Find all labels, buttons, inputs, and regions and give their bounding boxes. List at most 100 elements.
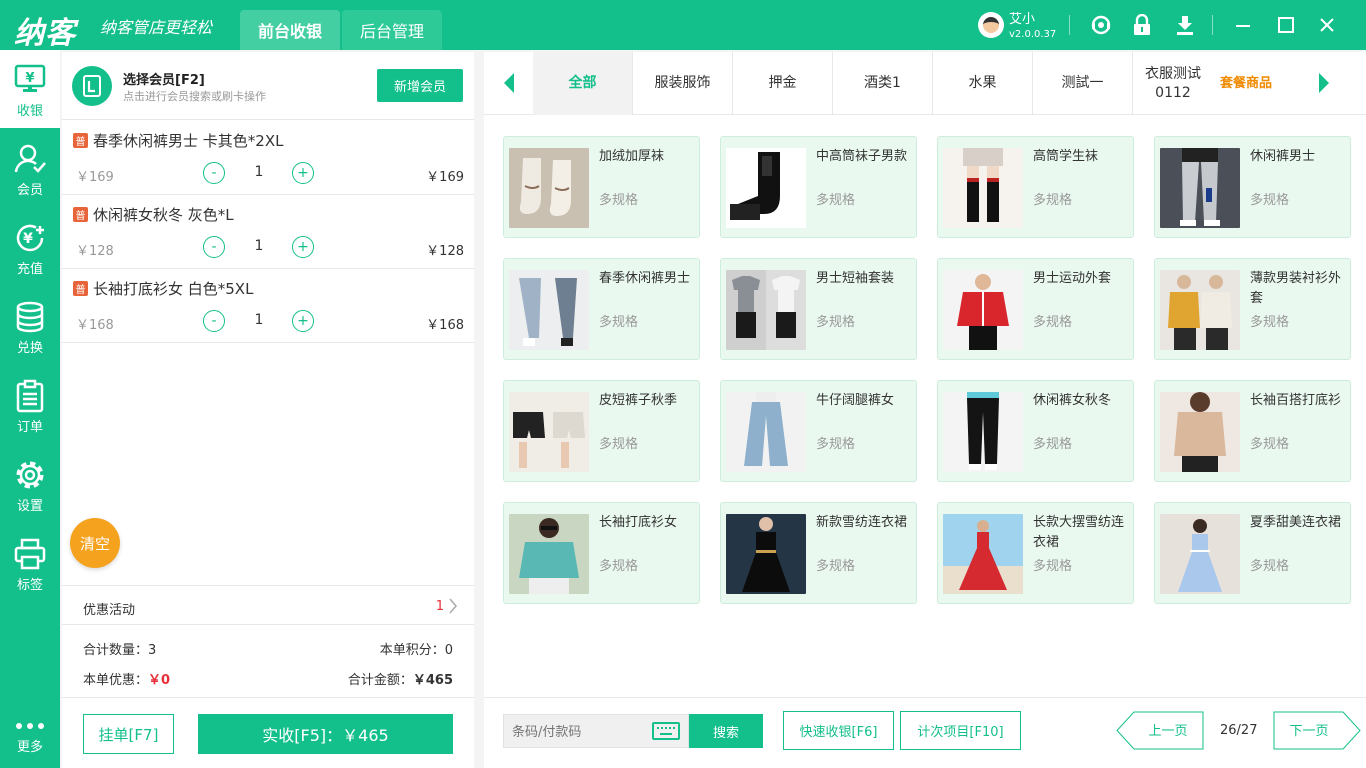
sidebar-item-cashier[interactable]: ¥ 收银 [0, 50, 60, 128]
product-card[interactable]: 休闲裤男士 多规格 [1154, 136, 1351, 238]
sidebar-item-more[interactable]: 更多 [0, 710, 60, 768]
order-amount-value: ￥465 [412, 673, 453, 688]
add-member-button[interactable]: 新增会员 [377, 69, 463, 102]
brand-logo: 纳客 [14, 16, 76, 51]
decrease-qty-button[interactable]: - [203, 310, 225, 332]
category-tab[interactable]: 服装服饰 [633, 52, 733, 115]
product-image [726, 514, 806, 594]
cart-item[interactable]: 普 长袖打底衫女 白色*5XL ￥168 - 1 + ￥168 [62, 269, 474, 343]
lock-icon[interactable] [1129, 12, 1155, 38]
product-spec: 多规格 [1250, 193, 1290, 208]
increase-qty-button[interactable]: + [292, 162, 314, 184]
sidebar-item-recharge[interactable]: ¥ 充值 [0, 208, 60, 286]
product-spec: 多规格 [599, 437, 639, 452]
maximize-icon[interactable] [1273, 12, 1299, 38]
support-icon[interactable] [1088, 12, 1114, 38]
order-discount-value: ￥0 [148, 673, 171, 688]
product-card[interactable]: 休闲裤女秋冬 多规格 [937, 380, 1134, 482]
cart-item-total: ￥128 [426, 244, 464, 259]
product-card[interactable]: 夏季甜美连衣裙 多规格 [1154, 502, 1351, 604]
cart-item-qty[interactable]: 1 [252, 164, 266, 180]
product-card[interactable]: 男士运动外套 多规格 [937, 258, 1134, 360]
category-tab[interactable]: 衣服测试 0112 [1133, 52, 1213, 115]
product-name: 男士短袖套装 [816, 271, 895, 286]
sidebar-item-settings[interactable]: 设置 [0, 445, 60, 523]
hold-order-button[interactable]: 挂单[F7] [83, 714, 174, 754]
search-button[interactable]: 搜索 [689, 714, 763, 748]
clear-cart-button[interactable]: 清空 [70, 518, 120, 568]
member-title: 选择会员[F2] [123, 73, 205, 88]
product-spec: 多规格 [1033, 559, 1073, 574]
product-image [726, 392, 806, 472]
category-prev-icon[interactable] [499, 72, 519, 94]
quick-checkout-button[interactable]: 快速收银[F6] [783, 711, 894, 750]
cart-item[interactable]: 普 春季休闲裤男士 卡其色*2XL ￥169 - 1 + ￥169 [62, 121, 474, 195]
category-next-icon[interactable] [1314, 72, 1334, 94]
download-icon[interactable] [1172, 12, 1198, 38]
keyboard-icon[interactable] [652, 722, 680, 740]
svg-text:¥: ¥ [23, 231, 33, 247]
cart-item-name: 长袖打底衫女 白色*5XL [93, 280, 254, 298]
category-bar: 全部 服装服饰 押金 酒类1 水果 测試一 衣服测试 0112 套餐商品 [484, 52, 1366, 115]
product-name: 长袖打底衫女 [599, 515, 678, 530]
product-image [1160, 514, 1240, 594]
product-card[interactable]: 春季休闲裤男士 多规格 [503, 258, 700, 360]
product-card[interactable]: 长袖百搭打底衫 多规格 [1154, 380, 1351, 482]
cart-item[interactable]: 普 休闲裤女秋冬 灰色*L ￥128 - 1 + ￥128 [62, 195, 474, 269]
tab-back-admin[interactable]: 后台管理 [342, 10, 442, 50]
cart-item-qty[interactable]: 1 [252, 312, 266, 328]
product-card[interactable]: 牛仔阔腿裤女 多规格 [720, 380, 917, 482]
sidebar-item-label: 收银 [16, 104, 43, 119]
category-tab[interactable]: 酒类1 [833, 52, 933, 115]
product-card[interactable]: 中高筒袜子男款 多规格 [720, 136, 917, 238]
sidebar-item-exchange[interactable]: 兑换 [0, 287, 60, 365]
decrease-qty-button[interactable]: - [203, 162, 225, 184]
sidebar-item-label: 更多 [16, 740, 43, 755]
product-card[interactable]: 长袖打底衫女 多规格 [503, 502, 700, 604]
product-card[interactable]: 加绒加厚袜 多规格 [503, 136, 700, 238]
order-points-label: 本单积分： [379, 643, 445, 658]
close-icon[interactable] [1314, 12, 1340, 38]
promotions-count: 1 [435, 599, 444, 614]
member-icon [12, 141, 48, 177]
barcode-box [503, 714, 689, 748]
avatar[interactable] [978, 12, 1004, 38]
sidebar: ¥ 收银 会员 ¥ 充值 兑换 订单 设置 标签 更多 [0, 50, 60, 768]
product-card[interactable]: 长款大摆雪纺连衣裙多规格 [937, 502, 1134, 604]
sidebar-item-member[interactable]: 会员 [0, 129, 60, 207]
sidebar-item-order[interactable]: 订单 [0, 366, 60, 444]
member-select[interactable]: 选择会员[F2] 点击进行会员搜索或刷卡操作 新增会员 [62, 52, 474, 120]
sidebar-item-label-print[interactable]: 标签 [0, 524, 60, 602]
category-tab-combo[interactable]: 套餐商品 [1213, 52, 1279, 115]
increase-qty-button[interactable]: + [292, 236, 314, 258]
tab-front-cashier[interactable]: 前台收银 [240, 10, 340, 50]
category-tab[interactable]: 水果 [933, 52, 1033, 115]
prev-page-button[interactable]: 上一页 [1116, 711, 1204, 750]
cashier-icon: ¥ [12, 62, 48, 98]
product-card[interactable]: 高筒学生袜 多规格 [937, 136, 1134, 238]
increase-qty-button[interactable]: + [292, 310, 314, 332]
product-name: 长款大摆雪纺连衣裙 [1033, 515, 1125, 550]
cart-item-qty[interactable]: 1 [252, 238, 266, 254]
product-spec: 多规格 [599, 315, 639, 330]
decrease-qty-button[interactable]: - [203, 236, 225, 258]
products-panel: 全部 服装服饰 押金 酒类1 水果 测試一 衣服测试 0112 套餐商品 加绒加… [484, 52, 1366, 768]
minimize-icon[interactable] [1230, 12, 1256, 38]
category-tab[interactable]: 测試一 [1033, 52, 1133, 115]
promotions-row[interactable]: 优惠活动 1 [62, 585, 474, 625]
product-card[interactable]: 男士短袖套装 多规格 [720, 258, 917, 360]
category-tab[interactable]: 押金 [733, 52, 833, 115]
product-card[interactable]: 皮短裤子秋季 多规格 [503, 380, 700, 482]
sidebar-item-label: 充值 [16, 262, 43, 277]
product-card[interactable]: 新款雪纺连衣裙 多规格 [720, 502, 917, 604]
product-spec: 多规格 [1033, 193, 1073, 208]
checkout-button[interactable]: 实收[F5]：￥465 [198, 714, 453, 754]
product-card[interactable]: 薄款男装衬衫外套 多规格 [1154, 258, 1351, 360]
barcode-input[interactable] [512, 722, 642, 742]
product-name: 牛仔阔腿裤女 [816, 393, 895, 408]
count-items-button[interactable]: 计次项目[F10] [900, 711, 1021, 750]
next-page-button[interactable]: 下一页 [1273, 711, 1361, 750]
category-tab-all[interactable]: 全部 [533, 52, 633, 115]
product-spec: 多规格 [1250, 437, 1290, 452]
order-icon [12, 378, 48, 414]
